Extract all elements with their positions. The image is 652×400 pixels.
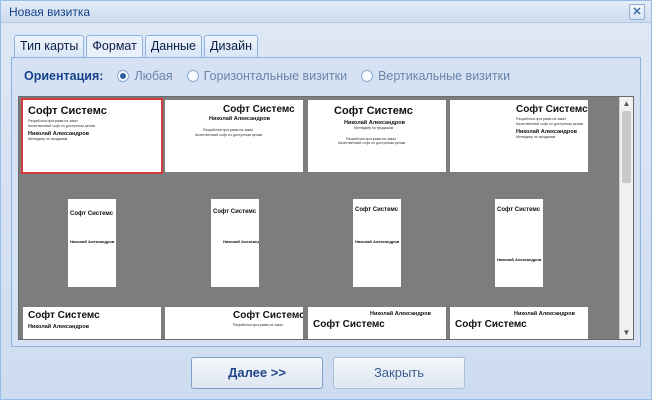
gallery-scrollbar[interactable]: ▲ ▼ [619,97,633,339]
card-service: Качественный софт по доступным ценам [338,141,406,145]
card-company: Софт Системс [28,105,107,117]
scroll-up-icon[interactable]: ▲ [620,97,633,110]
card-person: Николай Александров [514,311,575,317]
template-card-1[interactable]: Софт Системс Разработка программ на зака… [21,98,163,174]
tab-card-type[interactable]: Тип карты [14,35,85,57]
radio-dot-icon [186,70,199,82]
radio-dot-icon [117,70,130,82]
tab-data[interactable]: Данные [144,35,202,57]
card-company: Софт Системс [313,319,385,330]
title-bar: Новая визитка ✕ [1,1,651,23]
radio-any[interactable]: Любая [117,69,173,83]
card-person: Николай Александров [28,324,89,330]
template-card-10[interactable]: Софт Системс Разработка программ на зака… [165,307,303,339]
radio-dot-icon [361,70,374,82]
template-card-3[interactable]: Софт Системс Николай Александров Менедже… [308,100,446,172]
window-title: Новая визитка [9,5,91,19]
dialog-window: Новая визитка ✕ Тип карты Формат Данные … [0,0,652,400]
card-person: Николай Александров [355,239,400,244]
card-company: Софт Системс [334,105,413,117]
card-company: Софт Системс [497,207,541,213]
template-card-8[interactable]: Софт Системс Николай Александров [495,199,543,287]
format-panel: Ориентация: Любая Горизонтальные визитки… [11,57,641,347]
close-icon[interactable]: ✕ [629,4,645,20]
card-company: Софт Системс [28,310,100,321]
radio-horizontal-label: Горизонтальные визитки [203,69,348,83]
scroll-down-icon[interactable]: ▼ [620,326,633,339]
orientation-label: Ориентация: [24,69,104,83]
template-card-11[interactable]: Николай Александров Софт Системс [308,307,446,339]
radio-vertical[interactable]: Вертикальные визитки [361,69,510,83]
card-position: Менеджер по продажам [354,126,394,130]
card-company: Софт Системс [233,310,303,321]
next-button[interactable]: Далее >> [191,357,323,389]
card-company: Софт Системс [223,104,295,115]
card-company: Софт Системс [455,319,527,330]
orientation-row: Ориентация: Любая Горизонтальные визитки… [24,69,524,83]
card-company: Софт Системс [70,211,114,217]
template-card-6[interactable]: Софт Системс Николай Александров [211,199,259,287]
template-card-12[interactable]: Николай Александров Софт Системс [450,307,588,339]
card-person: Николай Александров [209,116,270,122]
card-service: Разработка программ на заказ [233,323,283,327]
card-position: Менеджер по продажам [516,135,556,139]
close-button[interactable]: Закрыть [333,357,465,389]
card-company: Софт Системс [213,209,257,215]
card-service: Качественный софт по доступным ценам [28,123,96,128]
template-gallery: Софт Системс Разработка программ на зака… [18,96,634,340]
radio-vertical-label: Вертикальные визитки [378,69,511,83]
radio-horizontal[interactable]: Горизонтальные визитки [186,69,348,83]
card-person: Николай Александров [70,239,115,244]
template-card-9[interactable]: Софт Системс Николай Александров [23,307,161,339]
tab-strip: Тип карты Формат Данные Дизайн [14,35,260,58]
tab-design[interactable]: Дизайн [203,35,259,57]
card-position: Менеджер по продажам [28,137,68,141]
scroll-thumb[interactable] [622,111,631,183]
card-person: Николай Александров [497,257,542,262]
card-company: Софт Системс [516,104,588,115]
template-card-7[interactable]: Софт Системс Николай Александров [353,199,401,287]
card-service: Качественный софт по доступным ценам [195,132,263,137]
radio-any-label: Любая [134,69,173,83]
tab-format[interactable]: Формат [86,35,143,58]
card-person: Николай Александров [370,311,431,317]
dialog-buttons: Далее >> Закрыть [191,357,475,389]
template-card-2[interactable]: Софт Системс Николай Александров Разрабо… [165,100,303,172]
card-person: Николай Александров [223,239,259,244]
card-company: Софт Системс [355,207,399,213]
card-service: Качественный софт по доступным ценам [516,121,584,126]
template-card-5[interactable]: Софт Системс Николай Александров [68,199,116,287]
template-card-4[interactable]: Софт Системс Разработка программ на зака… [450,100,588,172]
